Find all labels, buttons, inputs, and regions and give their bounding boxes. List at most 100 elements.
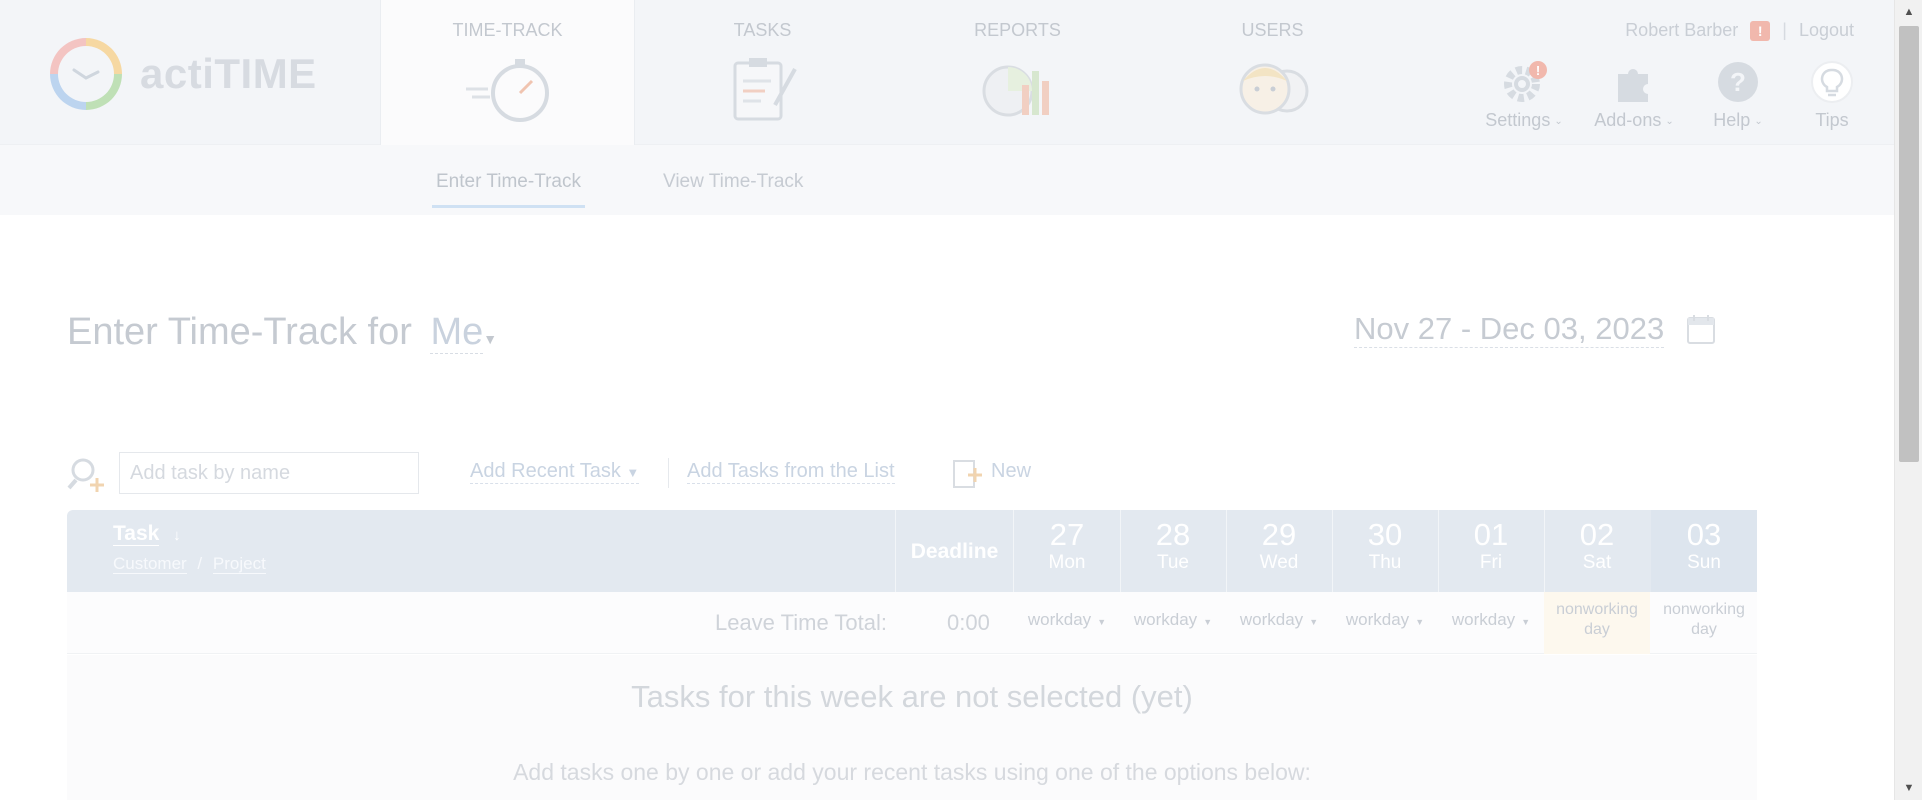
day-status-selector-mon[interactable]: workday ▼ bbox=[1014, 610, 1120, 630]
day-date: 01 bbox=[1473, 517, 1509, 552]
tab-label: TASKS bbox=[733, 20, 792, 40]
sort-arrow-icon: ↓ bbox=[173, 527, 181, 544]
puzzle-icon bbox=[1618, 68, 1648, 102]
user-selector[interactable]: Me bbox=[430, 311, 484, 354]
day-date: 29 bbox=[1261, 517, 1297, 552]
tips-button[interactable]: Tips bbox=[1782, 60, 1882, 131]
actitime-logo[interactable]: actiTIME bbox=[50, 38, 317, 110]
slash: / bbox=[197, 554, 203, 573]
deadline-column-header: Deadline bbox=[910, 540, 999, 563]
caret-down-icon: ▼ bbox=[1521, 617, 1531, 627]
user-name[interactable]: Robert Barber bbox=[1625, 20, 1738, 41]
tab-label: TIME-TRACK bbox=[452, 20, 563, 40]
day-status-selector-thu[interactable]: workday ▼ bbox=[1332, 610, 1438, 630]
day-date: 27 bbox=[1049, 517, 1085, 552]
pie-bar-chart-icon bbox=[982, 65, 1049, 117]
logout-link[interactable]: Logout bbox=[1799, 20, 1854, 41]
project-sort-link[interactable]: Project bbox=[212, 554, 266, 574]
day-weekday: Sun bbox=[1687, 552, 1721, 573]
caret-down-icon: ▼ bbox=[1203, 617, 1213, 627]
leave-time-label: Leave Time Total: bbox=[714, 610, 887, 635]
chevron-down-icon: ⌄ bbox=[1665, 115, 1674, 127]
new-task-link[interactable]: New bbox=[991, 460, 1031, 483]
tab-tasks[interactable]: TASKS bbox=[635, 0, 890, 145]
tab-time-track[interactable]: TIME-TRACK bbox=[380, 0, 635, 145]
empty-state-subtitle: Add tasks one by one or add your recent … bbox=[513, 759, 1311, 785]
page-title: Enter Time-Track for Me▼ bbox=[67, 311, 497, 354]
settings-label: Settings bbox=[1485, 110, 1551, 130]
addons-menu[interactable]: Add-ons ⌄ bbox=[1584, 60, 1684, 131]
new-task-icon[interactable] bbox=[951, 458, 983, 490]
separator: | bbox=[1782, 20, 1787, 40]
day-weekday: Fri bbox=[1479, 552, 1503, 573]
task-sort-link[interactable]: Task bbox=[113, 522, 160, 546]
tab-label: REPORTS bbox=[974, 20, 1061, 40]
day-status: workday bbox=[1345, 610, 1410, 629]
day-date: 03 bbox=[1686, 517, 1722, 552]
chevron-down-icon: ⌄ bbox=[1554, 115, 1563, 127]
day-header-wed: 29 Wed bbox=[1226, 518, 1332, 574]
day-header-thu: 30 Thu bbox=[1332, 518, 1438, 574]
subtab-view-time-track[interactable]: View Time-Track bbox=[663, 171, 803, 193]
day-weekday: Sat bbox=[1582, 552, 1612, 573]
empty-state-title: Tasks for this week are not selected (ye… bbox=[631, 679, 1193, 714]
scroll-down-arrow-icon[interactable]: ▼ bbox=[1895, 776, 1922, 800]
caret-down-icon: ▼ bbox=[1415, 617, 1425, 627]
chevron-down-icon: ⌄ bbox=[1754, 115, 1763, 127]
day-header-sat: 02 Sat bbox=[1544, 518, 1650, 574]
customer-project-header: Customer / Project bbox=[113, 554, 266, 574]
leave-time-total: 0:00 bbox=[947, 610, 990, 635]
search-add-icon bbox=[67, 458, 104, 492]
gear-icon: ! bbox=[1504, 61, 1547, 102]
scroll-up-arrow-icon[interactable]: ▲ bbox=[1895, 0, 1922, 24]
svg-text:?: ? bbox=[1730, 67, 1746, 97]
scrollbar-thumb[interactable] bbox=[1899, 26, 1919, 462]
day-date: 30 bbox=[1367, 517, 1403, 552]
tab-reports[interactable]: REPORTS bbox=[890, 0, 1145, 145]
day-status: workday bbox=[1027, 610, 1092, 629]
add-task-toolbar: Add Recent Task ▼ Add Tasks from the Lis… bbox=[67, 450, 1767, 498]
vertical-scrollbar[interactable]: ▲ ▼ bbox=[1894, 0, 1922, 800]
divider bbox=[668, 458, 669, 488]
caret-down-icon[interactable]: ▼ bbox=[483, 331, 497, 347]
clock-logo-icon bbox=[50, 38, 122, 110]
day-status: workday bbox=[1133, 610, 1198, 629]
date-range-selector[interactable]: Nov 27 - Dec 03, 2023 bbox=[1354, 311, 1665, 348]
question-icon: ? bbox=[1718, 62, 1758, 102]
day-status-selector-wed[interactable]: workday ▼ bbox=[1226, 610, 1332, 630]
calendar-icon[interactable] bbox=[1686, 313, 1716, 345]
tab-label: USERS bbox=[1241, 20, 1304, 40]
day-status-selector-tue[interactable]: workday ▼ bbox=[1120, 610, 1226, 630]
page: actiTIME TIME-TRACK TASKS REPORTS USERS … bbox=[0, 0, 1894, 800]
empty-state: Tasks for this week are not selected (ye… bbox=[67, 655, 1757, 800]
caret-down-icon: ▼ bbox=[1309, 617, 1319, 627]
day-status: workday bbox=[1451, 610, 1516, 629]
clipboard-icon bbox=[733, 58, 797, 121]
add-task-input[interactable] bbox=[119, 452, 419, 494]
customer-sort-link[interactable]: Customer bbox=[113, 554, 187, 574]
day-status-selector-fri[interactable]: workday ▼ bbox=[1438, 610, 1544, 630]
task-column-header[interactable]: Task ↓ bbox=[113, 522, 181, 546]
day-status: workday bbox=[1239, 610, 1304, 629]
day-weekday: Tue bbox=[1156, 552, 1190, 573]
tips-label: Tips bbox=[1815, 110, 1849, 130]
day-weekday: Wed bbox=[1259, 552, 1299, 573]
subtab-enter-time-track[interactable]: Enter Time-Track bbox=[432, 171, 585, 208]
settings-badge: ! bbox=[1536, 63, 1540, 78]
title-prefix: Enter Time-Track for bbox=[67, 311, 412, 353]
add-recent-task-link[interactable]: Add Recent Task ▼ bbox=[470, 460, 640, 484]
day-header-tue: 28 Tue bbox=[1120, 518, 1226, 574]
add-tasks-from-list-link[interactable]: Add Tasks from the List bbox=[687, 460, 895, 484]
add-recent-task-label: Add Recent Task bbox=[470, 460, 621, 482]
lightbulb-icon bbox=[1811, 61, 1853, 103]
tab-users[interactable]: USERS bbox=[1145, 0, 1400, 145]
caret-down-icon: ▼ bbox=[1097, 617, 1107, 627]
user-alert-badge[interactable]: ! bbox=[1750, 20, 1771, 41]
help-menu[interactable]: ? Help ⌄ bbox=[1688, 60, 1788, 131]
user-area: Robert Barber ! | Logout bbox=[1625, 20, 1854, 41]
top-header: actiTIME TIME-TRACK TASKS REPORTS USERS … bbox=[0, 0, 1894, 145]
day-weekday: Thu bbox=[1368, 552, 1402, 573]
caret-down-icon: ▼ bbox=[626, 465, 640, 480]
settings-menu[interactable]: ! Settings ⌄ bbox=[1474, 60, 1574, 131]
day-header-mon: 27 Mon bbox=[1014, 518, 1120, 574]
